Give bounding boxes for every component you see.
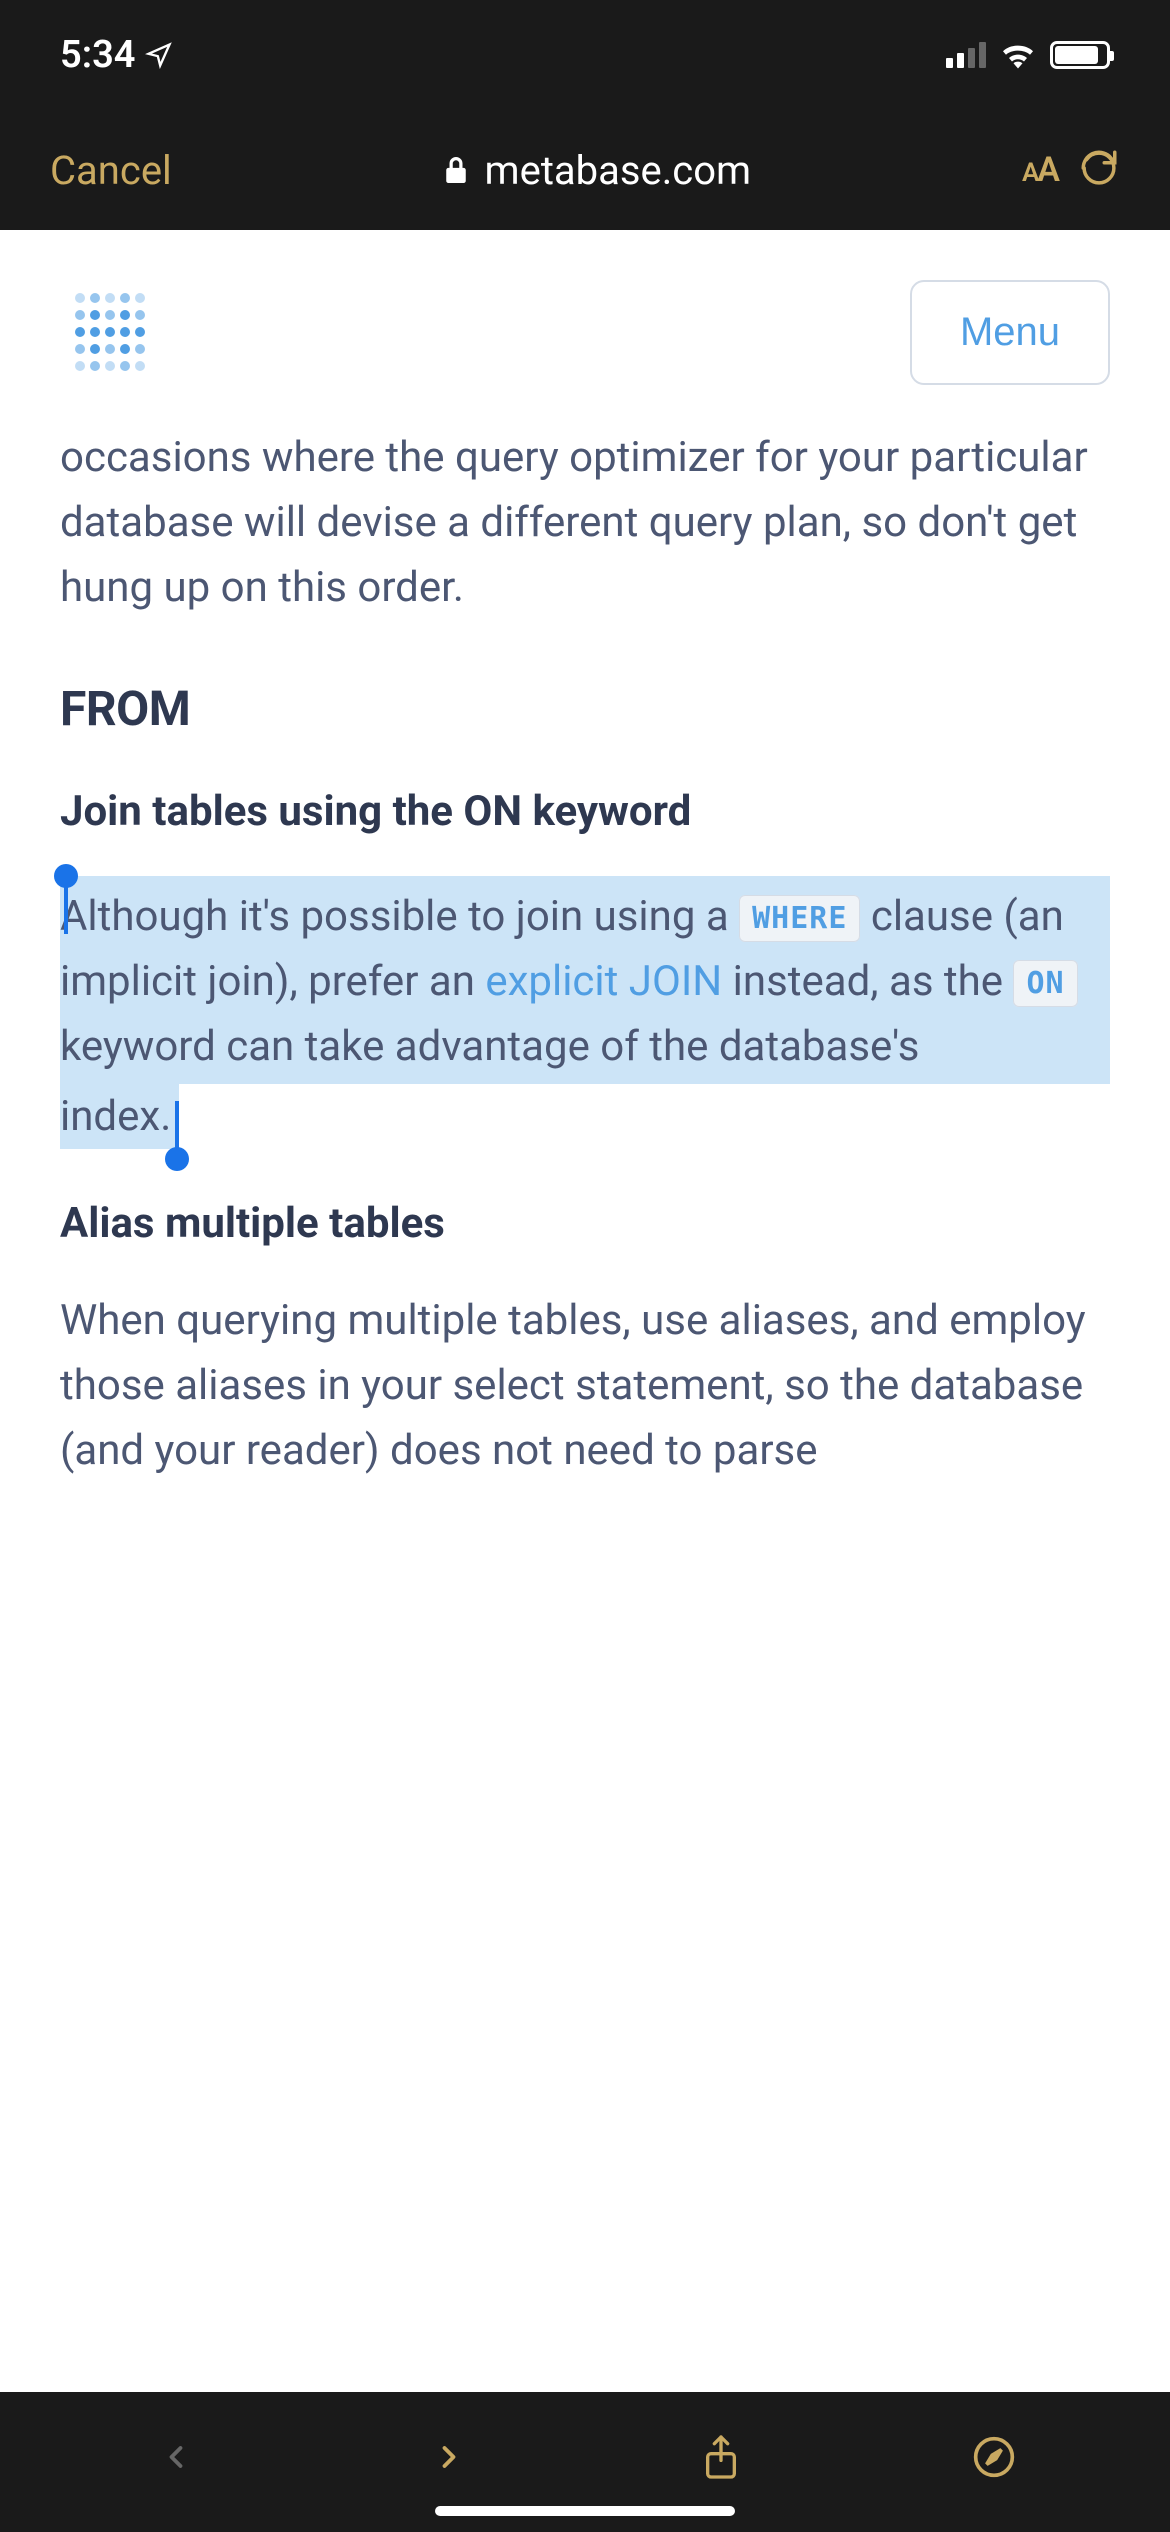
status-time: 5:34 (60, 33, 173, 77)
article-body: occasions where the query optimizer for … (0, 425, 1170, 1483)
home-indicator[interactable] (435, 2506, 735, 2516)
metabase-logo[interactable] (60, 283, 160, 383)
menu-button[interactable]: Menu (910, 280, 1110, 385)
selected-text-block[interactable]: Although it's possible to join using a W… (60, 876, 1110, 1148)
lock-icon (443, 154, 469, 186)
clock-time: 5:34 (60, 33, 135, 77)
forward-button[interactable] (419, 2435, 479, 2479)
location-arrow-icon (145, 41, 173, 69)
status-icons (946, 41, 1110, 69)
cellular-signal-icon (946, 42, 986, 68)
compass-button[interactable] (964, 2435, 1024, 2479)
heading-join-on: Join tables using the ON keyword (60, 787, 1110, 836)
link-explicit-join[interactable]: explicit JOIN (485, 957, 722, 1006)
reload-button[interactable] (1078, 147, 1120, 193)
share-button[interactable] (691, 2433, 751, 2481)
browser-chrome: Cancel metabase.com AA (0, 110, 1170, 230)
browser-toolbar (0, 2392, 1170, 2532)
cancel-button[interactable]: Cancel (50, 147, 172, 194)
reader-text-size-button[interactable]: AA (1022, 150, 1058, 190)
heading-alias-tables: Alias multiple tables (60, 1199, 1110, 1248)
selection-handle-end[interactable] (165, 1147, 189, 1171)
selection-last-line: index. (60, 1084, 179, 1149)
status-bar: 5:34 (0, 0, 1170, 110)
web-page-content[interactable]: Menu occasions where the query optimizer… (0, 230, 1170, 2392)
wifi-icon (1000, 41, 1036, 69)
paragraph-intro-fragment: occasions where the query optimizer for … (60, 425, 1110, 620)
code-where: WHERE (739, 895, 860, 942)
battery-icon (1050, 41, 1110, 69)
url-domain: metabase.com (485, 147, 752, 194)
back-button[interactable] (146, 2435, 206, 2479)
address-bar[interactable]: metabase.com (192, 147, 1002, 194)
heading-from: FROM (60, 680, 1110, 737)
code-on: ON (1013, 960, 1077, 1007)
site-header: Menu (0, 230, 1170, 425)
selection-highlight: Although it's possible to join using a W… (60, 876, 1110, 1083)
paragraph-alias: When querying multiple tables, use alias… (60, 1288, 1110, 1483)
